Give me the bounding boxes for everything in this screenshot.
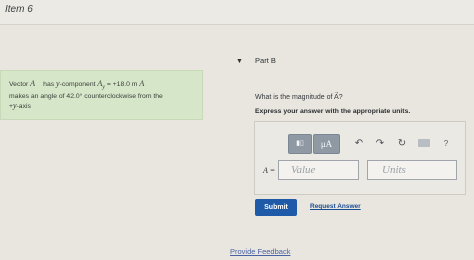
vector-symbol: A⃗ bbox=[30, 79, 42, 88]
instruction-text: Express your answer with the appropriate… bbox=[255, 108, 411, 115]
answer-panel: ▮▯ μA ↶ ↷ ↻ ? A = bbox=[254, 121, 466, 195]
templates-button[interactable]: ▮▯ bbox=[288, 134, 312, 154]
submit-button[interactable]: Submit bbox=[255, 199, 297, 216]
request-answer-link[interactable]: Request Answer bbox=[310, 203, 361, 210]
item-title: Item 6 bbox=[5, 4, 33, 15]
problem-statement: Vector A⃗ has y-component Ay = +18.0 m A… bbox=[0, 70, 203, 120]
problem-line-1: Vector A⃗ has y-component Ay = +18.0 m A… bbox=[9, 79, 151, 91]
part-b-header[interactable]: ▼ Part B bbox=[236, 56, 276, 65]
provide-feedback-link[interactable]: Provide Feedback bbox=[230, 247, 290, 256]
help-icon[interactable]: ? bbox=[438, 136, 454, 152]
value-input[interactable] bbox=[278, 160, 359, 180]
reset-icon[interactable]: ↻ bbox=[394, 136, 410, 152]
redo-icon[interactable]: ↷ bbox=[372, 136, 388, 152]
question-text: What is the magnitude of A⃗? bbox=[255, 94, 343, 101]
units-button[interactable]: μA bbox=[313, 134, 340, 154]
chevron-down-icon[interactable]: ▼ bbox=[236, 58, 243, 65]
problem-line-3: +y-axis bbox=[9, 101, 31, 111]
keyboard-icon[interactable] bbox=[418, 139, 430, 147]
top-bar: Item 6 bbox=[0, 0, 474, 25]
answer-variable-label: A = bbox=[263, 166, 276, 175]
problem-line-2: makes an angle of 42.0° counterclockwise… bbox=[9, 93, 163, 101]
units-input[interactable] bbox=[367, 160, 457, 180]
undo-icon[interactable]: ↶ bbox=[351, 136, 367, 152]
part-b-label[interactable]: Part B bbox=[255, 56, 276, 65]
